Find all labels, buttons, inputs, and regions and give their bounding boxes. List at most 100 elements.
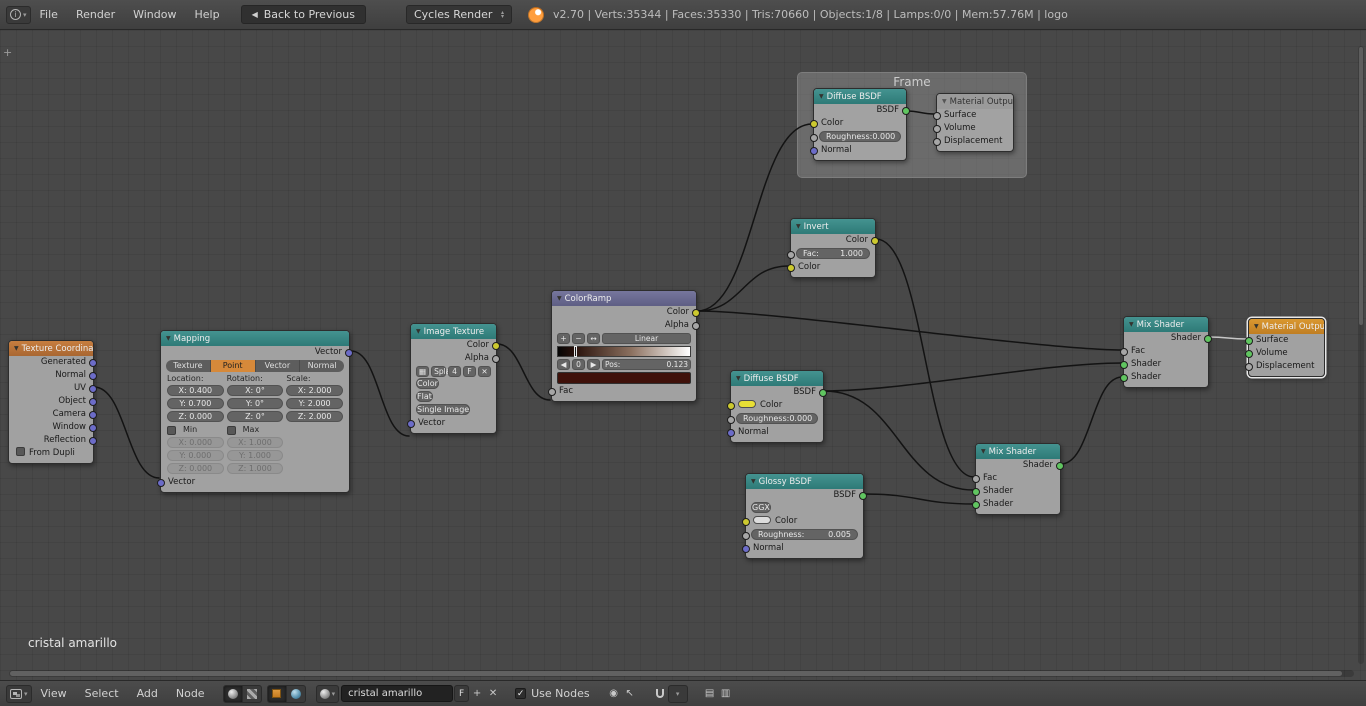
socket-color-input[interactable] [742, 517, 750, 526]
socket-displacement-input[interactable] [933, 137, 941, 146]
node-link[interactable] [93, 386, 160, 479]
node-header[interactable]: ▼ Mapping [161, 331, 349, 346]
socket-surface-input[interactable] [933, 111, 941, 120]
socket-alpha-output[interactable] [692, 321, 700, 330]
socket-fac-input[interactable] [548, 387, 556, 396]
socket-surface-input[interactable] [1245, 336, 1253, 345]
socket-uv-output[interactable] [89, 384, 97, 393]
fac-slider[interactable]: Fac: 1.000 [796, 248, 870, 259]
color-space-select[interactable]: Color [416, 378, 439, 389]
scale-x-field[interactable]: X: 2.000 [286, 385, 343, 396]
socket-shader1-input[interactable] [972, 487, 980, 496]
socket-color-input[interactable] [810, 119, 818, 128]
location-y-field[interactable]: Y: 0.700 [167, 398, 224, 409]
roughness-slider[interactable]: Roughness: 0.000 [819, 131, 901, 142]
node-image-texture[interactable]: ▼ Image Texture Color Alpha ▦ Spla 4 F ✕ … [407, 323, 500, 434]
menu-window[interactable]: Window [124, 8, 185, 21]
node-link[interactable] [906, 110, 935, 115]
node-header[interactable]: ▼Texture Coordinate [9, 341, 93, 356]
editor-type-button[interactable]: ▾ [6, 684, 32, 703]
color-ramp-gradient[interactable] [557, 346, 691, 357]
socket-fac-input[interactable] [1120, 347, 1128, 356]
shader-type-material-button[interactable] [222, 684, 243, 703]
collapse-icon[interactable]: ▼ [942, 98, 947, 105]
fake-user-button[interactable]: F [463, 366, 476, 377]
object-data-button[interactable] [266, 684, 287, 703]
menu-node[interactable]: Node [167, 687, 214, 700]
collapse-icon[interactable]: ▼ [1129, 321, 1134, 328]
type-vector-button[interactable]: Vector [255, 360, 301, 372]
distribution-select[interactable]: GGX [751, 502, 771, 513]
menu-help[interactable]: Help [185, 8, 228, 21]
socket-camera-output[interactable] [89, 410, 97, 419]
menu-select[interactable]: Select [76, 687, 128, 700]
collapse-icon[interactable]: ▼ [796, 223, 801, 230]
socket-bsdf-output[interactable] [859, 491, 867, 500]
node-invert[interactable]: ▼ Invert Color Fac: 1.000 Color [787, 218, 879, 278]
socket-roughness-input[interactable] [742, 531, 750, 540]
socket-displacement-input[interactable] [1245, 362, 1253, 371]
node-header[interactable]: ▼ Material Output [937, 94, 1013, 109]
socket-color-input[interactable] [727, 401, 735, 410]
collapse-icon[interactable]: ▼ [736, 375, 741, 382]
socket-shader2-input[interactable] [972, 500, 980, 509]
image-users-count[interactable]: 4 [448, 366, 461, 377]
roughness-slider[interactable]: Roughness: 0.000 [736, 413, 818, 424]
node-material-output[interactable]: ▼ Material Output Surface Volume Displace… [1245, 318, 1325, 377]
use-nodes-checkbox[interactable]: ✓ [515, 688, 527, 699]
socket-fac-input[interactable] [787, 250, 795, 259]
collapse-icon[interactable]: ▼ [557, 295, 562, 302]
color-swatch[interactable] [753, 516, 771, 524]
parent-node-icon[interactable]: ↖ [622, 685, 638, 702]
node-link[interactable] [863, 493, 975, 505]
socket-normal-input[interactable] [742, 544, 750, 553]
node-mapping[interactable]: ▼ Mapping Vector Texture Point Vector Nor… [157, 330, 353, 493]
node-header[interactable]: ▼ ColorRamp [552, 291, 696, 306]
node-link[interactable] [823, 362, 1123, 392]
node-link[interactable] [696, 265, 790, 312]
menu-render[interactable]: Render [67, 8, 124, 21]
ramp-stop-marker[interactable] [573, 346, 577, 357]
socket-color-output[interactable] [871, 236, 879, 245]
socket-normal-input[interactable] [727, 428, 735, 437]
socket-bsdf-output[interactable] [902, 106, 910, 115]
menu-file[interactable]: File [31, 8, 67, 21]
socket-vector-output[interactable] [345, 348, 353, 357]
node-link[interactable] [496, 343, 551, 401]
socket-color-output[interactable] [492, 341, 500, 350]
scrollbar-thumb[interactable] [1359, 47, 1363, 326]
prev-stop-icon[interactable]: ◀ [557, 359, 570, 370]
horizontal-scrollbar[interactable] [9, 670, 1354, 677]
collapse-icon[interactable]: ▼ [166, 335, 171, 342]
projection-select[interactable]: Flat [416, 391, 433, 402]
node-diffuse-bsdf[interactable]: ▼ Diffuse BSDF BSDF Color Roughness: 0.000… [727, 370, 827, 443]
socket-shader1-input[interactable] [1120, 360, 1128, 369]
world-data-button[interactable] [285, 684, 306, 703]
vertical-scrollbar[interactable] [1358, 46, 1364, 664]
node-header[interactable]: ▼ Diffuse BSDF [731, 371, 823, 386]
collapse-icon[interactable]: ▼ [14, 345, 19, 352]
node-glossy-bsdf[interactable]: ▼ Glossy BSDF BSDF GGX Color Roughness: 0.… [742, 473, 867, 559]
scrollbar-thumb[interactable] [10, 671, 1342, 676]
source-select[interactable]: Single Image [416, 404, 471, 415]
node-link[interactable] [696, 310, 1123, 351]
node-link[interactable] [350, 350, 410, 437]
socket-shader-output[interactable] [1204, 334, 1212, 343]
menu-view[interactable]: View [32, 687, 76, 700]
unlink-material-button[interactable]: ✕ [485, 685, 501, 702]
node-link[interactable] [1060, 376, 1123, 465]
new-material-button[interactable]: + [469, 685, 485, 702]
socket-shader2-input[interactable] [1120, 373, 1128, 382]
interpolation-select[interactable]: Linear [602, 333, 691, 344]
socket-object-output[interactable] [89, 397, 97, 406]
socket-roughness-input[interactable] [810, 133, 818, 142]
material-name-input[interactable] [341, 685, 454, 702]
node-header[interactable]: ▼ Diffuse BSDF [814, 89, 906, 104]
snap-icon[interactable] [652, 685, 668, 702]
scale-y-field[interactable]: Y: 2.000 [286, 398, 343, 409]
node-header[interactable]: ▼ Mix Shader [976, 444, 1060, 459]
auto-render-icon[interactable]: ◉ [606, 685, 622, 702]
collapse-icon[interactable]: ▼ [751, 478, 756, 485]
stop-color-swatch[interactable] [557, 372, 691, 384]
socket-alpha-output[interactable] [492, 354, 500, 363]
